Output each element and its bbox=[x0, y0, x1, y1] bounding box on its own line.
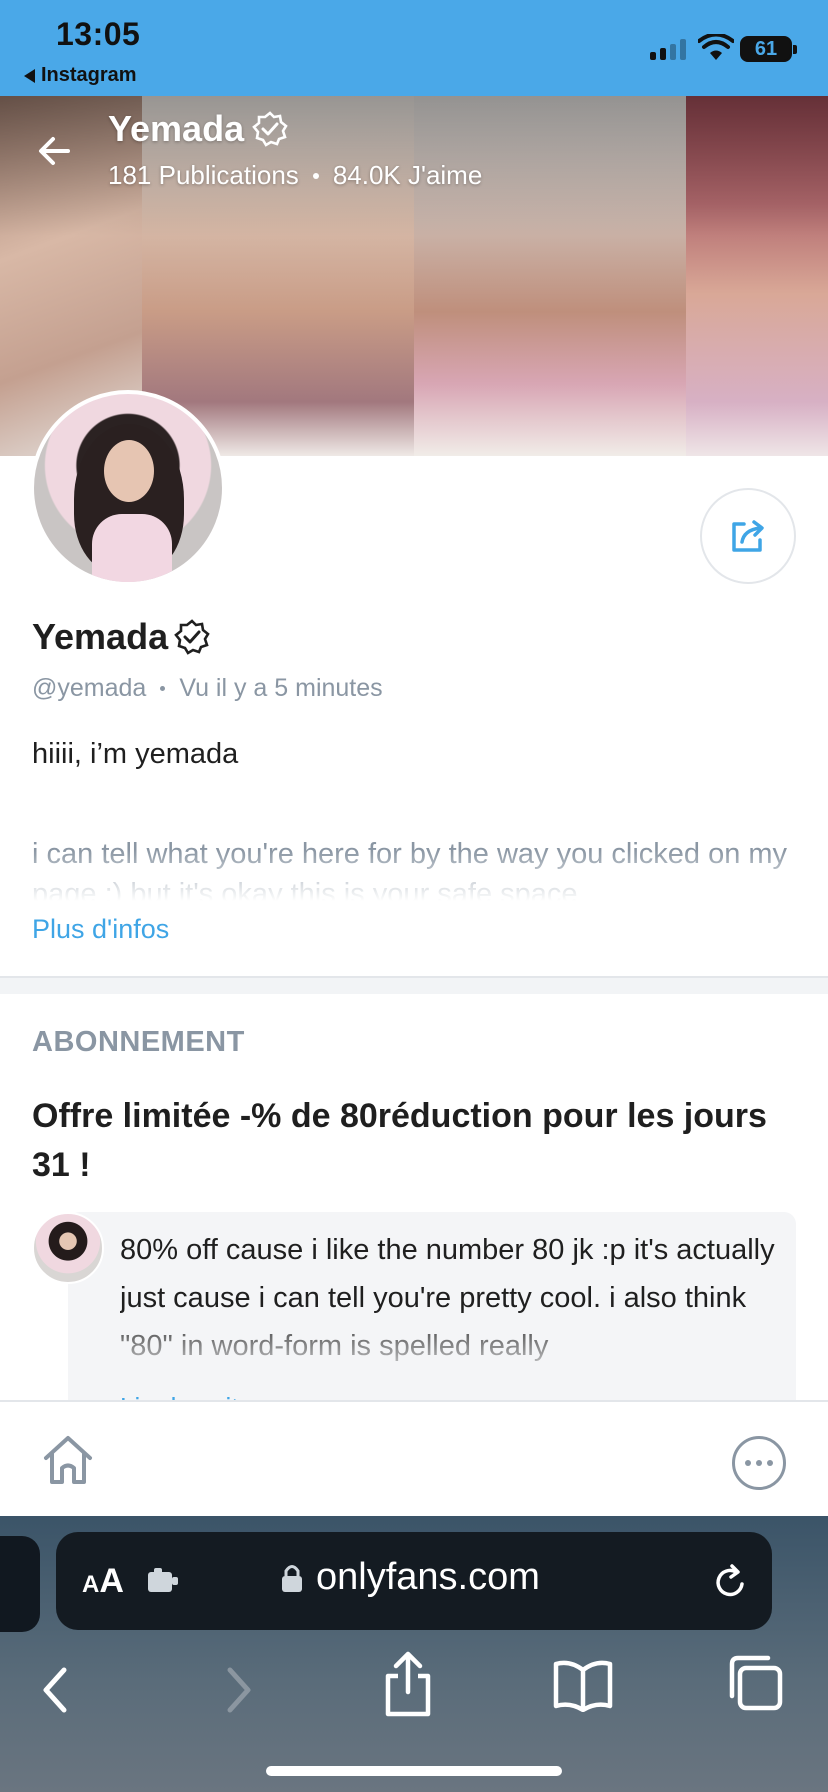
cellular-signal-icon bbox=[650, 38, 686, 60]
share-up-icon[interactable] bbox=[382, 1650, 434, 1720]
bookmarks-icon[interactable] bbox=[552, 1658, 614, 1712]
reader-settings-button[interactable]: AA bbox=[82, 1562, 124, 1601]
subscription-heading: ABONNEMENT bbox=[32, 1026, 245, 1058]
more-icon[interactable] bbox=[732, 1436, 786, 1490]
url-text[interactable]: onlyfans.com bbox=[316, 1556, 540, 1599]
home-indicator bbox=[266, 1766, 562, 1776]
back-app-label: Instagram bbox=[41, 64, 137, 86]
section-divider bbox=[0, 976, 828, 994]
reload-icon[interactable] bbox=[710, 1562, 750, 1602]
message-fade bbox=[68, 1310, 796, 1402]
tabs-icon[interactable] bbox=[726, 1654, 784, 1712]
cover-stats: 181 Publications 84.0K J'aime bbox=[108, 160, 482, 191]
chevron-left-icon[interactable] bbox=[36, 1660, 76, 1720]
app-bottom-nav bbox=[0, 1400, 828, 1516]
battery-icon: 61 bbox=[740, 36, 797, 62]
message-avatar bbox=[32, 1212, 104, 1284]
offer-title: Offre limitée -% de 80réduction pour les… bbox=[32, 1097, 767, 1184]
profile-name: Yemada bbox=[32, 616, 210, 658]
likes-count: 84.0K J'aime bbox=[332, 160, 483, 190]
more-info-link[interactable]: Plus d'infos bbox=[32, 914, 169, 945]
status-bar: 13:05 Instagram 61 bbox=[0, 0, 828, 96]
battery-level: 61 bbox=[754, 37, 778, 60]
cover-name: Yemada bbox=[108, 108, 288, 150]
share-profile-button[interactable] bbox=[700, 488, 796, 584]
previous-tab-stub[interactable] bbox=[0, 1536, 40, 1632]
address-bar[interactable]: AA onlyfans.com bbox=[56, 1532, 772, 1630]
profile-meta: @yemada Vu il y a 5 minutes bbox=[32, 674, 383, 703]
home-icon[interactable] bbox=[38, 1432, 98, 1488]
chevron-right-icon[interactable] bbox=[218, 1660, 258, 1720]
back-arrow-icon[interactable] bbox=[34, 131, 74, 171]
profile-avatar[interactable] bbox=[30, 390, 226, 586]
lock-icon bbox=[282, 1565, 302, 1592]
aa-big: A bbox=[99, 1562, 124, 1600]
cover-name-text: Yemada bbox=[108, 108, 245, 149]
back-to-app-link[interactable]: Instagram bbox=[24, 64, 137, 87]
verified-badge-icon bbox=[174, 619, 210, 655]
bio-fade bbox=[0, 850, 828, 910]
separator-dot bbox=[312, 172, 319, 179]
last-seen: Vu il y a 5 minutes bbox=[179, 674, 383, 702]
aa-small: A bbox=[82, 1571, 100, 1598]
share-icon bbox=[732, 520, 764, 552]
browser-toolbar: AA onlyfans.com bbox=[0, 1516, 828, 1792]
verified-badge-icon bbox=[252, 111, 288, 147]
separator-dot bbox=[160, 686, 166, 691]
extension-icon[interactable] bbox=[146, 1566, 182, 1596]
profile-name-text: Yemada bbox=[32, 616, 169, 657]
profile-handle: @yemada bbox=[32, 674, 147, 702]
wifi-icon bbox=[698, 34, 734, 60]
back-triangle-icon bbox=[24, 68, 35, 83]
posts-count[interactable]: 181 Publications bbox=[108, 160, 299, 191]
bio-greeting: hiiii, i’m yemada bbox=[32, 738, 239, 770]
status-time: 13:05 bbox=[56, 16, 141, 52]
